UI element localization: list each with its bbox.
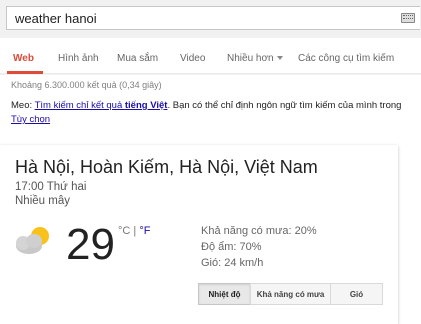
humidity: Độ ẩm: 70%: [201, 241, 262, 253]
tab-images[interactable]: Hình ảnh: [58, 53, 99, 64]
tab-search-tools[interactable]: Các công cụ tìm kiếm: [298, 53, 394, 64]
partly-cloudy-icon: [16, 227, 49, 254]
weather-card: Hà Nội, Hoàn Kiếm, Hà Nội, Việt Nam 17:0…: [0, 145, 398, 324]
language-filter-link[interactable]: Tìm kiếm chỉ kết quả tiếng Việt: [35, 100, 168, 111]
keyboard-icon[interactable]: [401, 13, 415, 23]
weather-condition: Nhiều mây: [15, 195, 70, 207]
search-tabs: Web Hình ảnh Mua sắm Video Nhiều hơn Các…: [0, 38, 421, 74]
search-input[interactable]: [7, 7, 387, 29]
unit-celsius[interactable]: °C: [118, 225, 130, 237]
wind-speed: Gió: 24 km/h: [201, 257, 264, 269]
tab-more[interactable]: Nhiều hơn: [227, 53, 283, 64]
search-header: [0, 0, 421, 38]
active-tab-indicator: [7, 71, 43, 74]
language-tip: Meo: Tìm kiếm chỉ kết quả tiếng Việt. Bạ…: [11, 99, 411, 127]
tab-shopping[interactable]: Mua sắm: [117, 53, 158, 64]
unit-fahrenheit[interactable]: °F: [139, 225, 150, 237]
tip-prefix: Meo:: [11, 100, 35, 111]
unit-switcher: °C | °F: [118, 225, 150, 237]
temperature-button[interactable]: Nhiệt độ: [198, 283, 251, 305]
weather-time: 17:00 Thứ hai: [15, 181, 87, 193]
tab-more-label: Nhiều hơn: [227, 53, 274, 64]
result-stats: Khoảng 6.300.000 kết quả (0,34 giây): [11, 80, 162, 90]
search-box: [6, 6, 420, 30]
tab-web[interactable]: Web: [13, 53, 34, 64]
language-filter-link-lang: tiếng Việt: [124, 100, 168, 111]
unit-separator: |: [130, 225, 140, 237]
language-filter-link-text: Tìm kiếm chỉ kết quả: [34, 100, 125, 111]
wind-button[interactable]: Gió: [330, 283, 383, 305]
precipitation-chance: Khả năng có mưa: 20%: [201, 225, 317, 237]
temperature-value: 29: [66, 220, 115, 269]
weather-location: Hà Nội, Hoàn Kiếm, Hà Nội, Việt Nam: [15, 157, 318, 177]
chevron-down-icon: [276, 56, 283, 61]
tip-middle: . Bạn có thể chỉ định ngôn ngữ tìm kiếm …: [167, 100, 402, 111]
options-link[interactable]: Tùy chọn: [11, 114, 50, 125]
precipitation-button[interactable]: Khả năng có mưa: [250, 283, 331, 305]
weather-chart-toggle: Nhiệt độ Khả năng có mưa Gió: [198, 283, 383, 305]
tab-video[interactable]: Video: [180, 53, 205, 64]
